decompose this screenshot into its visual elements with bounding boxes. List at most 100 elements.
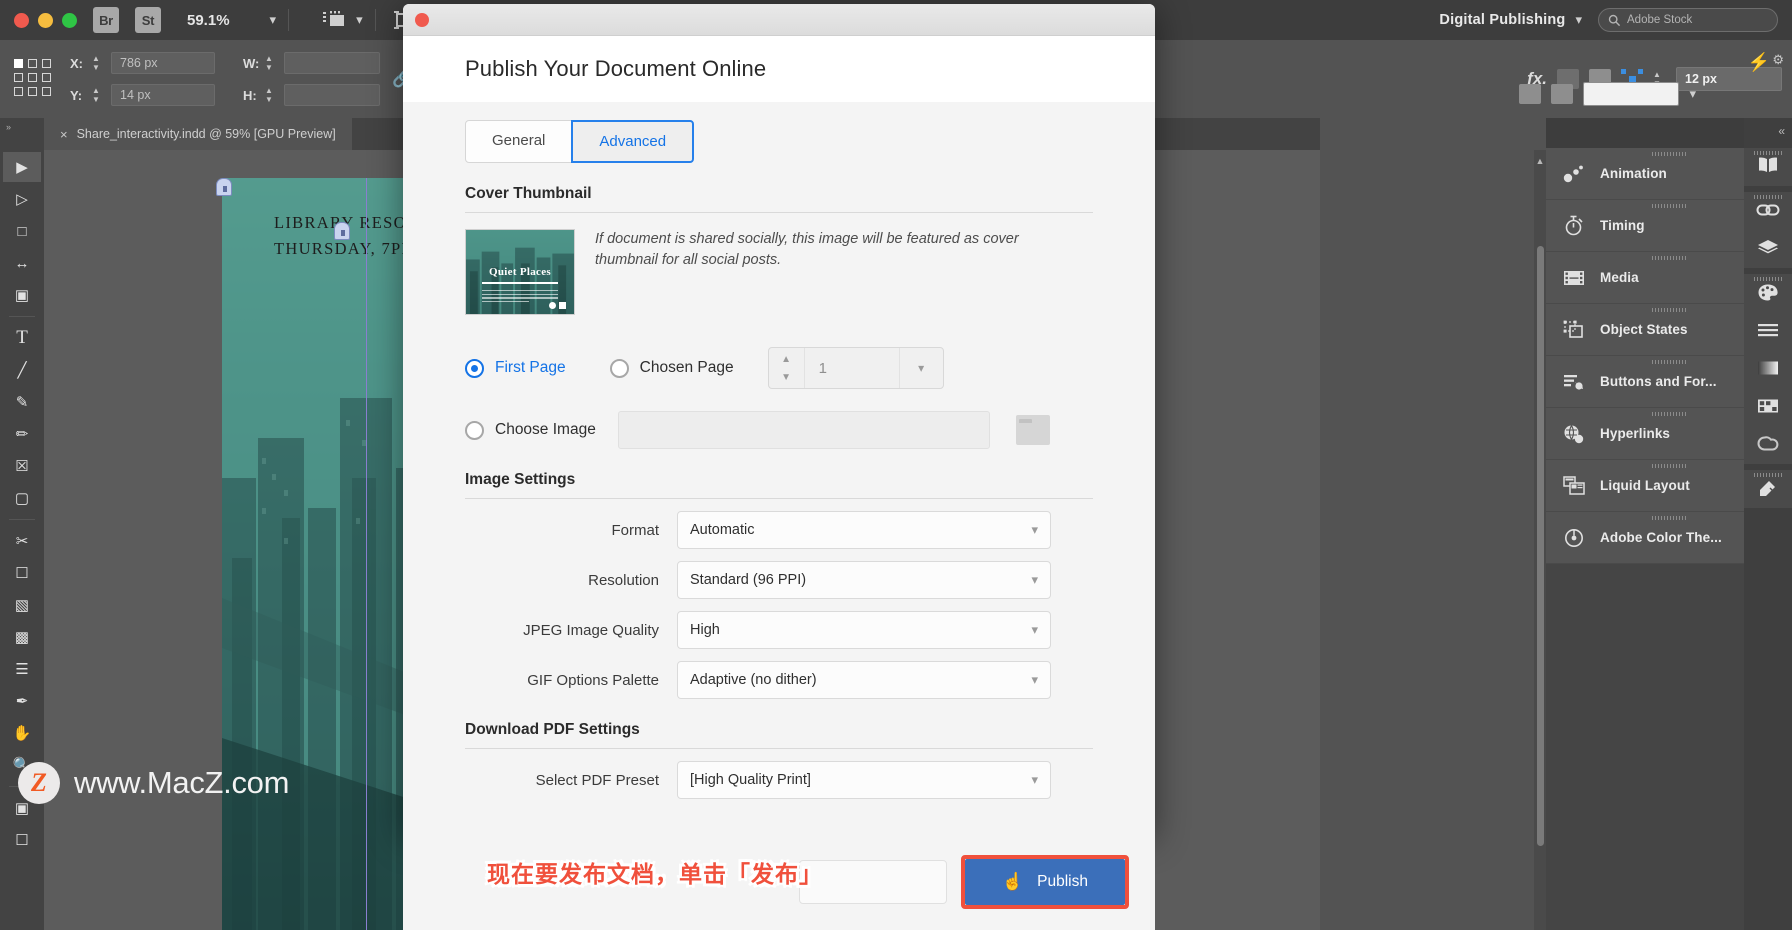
dialog-close-button[interactable] xyxy=(415,12,429,27)
tool-gradient-feather[interactable]: ▩ xyxy=(3,622,41,652)
liquid-layout-icon xyxy=(1562,474,1586,498)
first-page-label[interactable]: First Page xyxy=(495,359,566,377)
document-tab[interactable]: × Share_interactivity.indd @ 59% [GPU Pr… xyxy=(44,118,352,150)
width-input[interactable] xyxy=(284,52,380,74)
workspace-switcher-label[interactable]: Digital Publishing xyxy=(1439,12,1565,28)
screen-mode-control[interactable]: ▾ xyxy=(321,10,363,30)
tab-advanced[interactable]: Advanced xyxy=(571,120,695,163)
adobe-stock-search[interactable]: Adobe Stock xyxy=(1598,8,1778,32)
links-icon[interactable] xyxy=(1755,198,1781,222)
cover-thumbnail-preview[interactable]: Quiet Places xyxy=(465,229,575,315)
apply-none-swatch[interactable]: ☐ xyxy=(3,825,41,855)
jpeg-quality-select[interactable]: High ▾ xyxy=(677,611,1051,649)
stroke-icon[interactable] xyxy=(1755,318,1781,342)
tool-gap[interactable]: ↔ xyxy=(3,248,41,278)
pdf-preset-select[interactable]: [High Quality Print] ▾ xyxy=(677,761,1051,799)
height-input[interactable] xyxy=(284,84,380,106)
close-window-button[interactable] xyxy=(14,12,29,28)
w-field-row: W: ▲ ▼ xyxy=(243,52,380,74)
tab-general[interactable]: General xyxy=(465,120,573,163)
choose-image-radio[interactable] xyxy=(465,420,484,440)
object-anchor-icon-1[interactable] xyxy=(216,178,232,196)
jpeg-quality-label: JPEG Image Quality xyxy=(523,621,659,639)
tool-eyedropper[interactable]: ✒ xyxy=(3,686,41,716)
w-stepper[interactable]: ▲ ▼ xyxy=(265,54,278,72)
bridge-launch-button[interactable]: Br xyxy=(93,7,119,33)
y-stepper[interactable]: ▲ ▼ xyxy=(92,86,105,104)
layers-icon[interactable] xyxy=(1755,236,1781,260)
tools-panel-collapse-icon[interactable]: » xyxy=(6,122,11,132)
chosen-page-label[interactable]: Chosen Page xyxy=(640,359,734,377)
effects-icon[interactable] xyxy=(1755,476,1781,500)
tool-frame-rectangle[interactable]: ☒ xyxy=(3,451,41,481)
gif-palette-value: Adaptive (no dither) xyxy=(690,672,817,688)
scroll-up-icon[interactable]: ▲ xyxy=(1534,156,1546,166)
first-page-radio[interactable] xyxy=(465,358,484,378)
gradient-icon[interactable] xyxy=(1755,356,1781,380)
h-stepper[interactable]: ▲ ▼ xyxy=(265,86,278,104)
zoom-level-value[interactable]: 59.1% xyxy=(187,12,230,29)
gif-palette-select[interactable]: Adaptive (no dither) ▾ xyxy=(677,661,1051,699)
field-row-resolution: Resolution Standard (96 PPI) ▾ xyxy=(465,561,1093,599)
swatches-icon[interactable] xyxy=(1755,394,1781,418)
reference-point-proxy[interactable] xyxy=(14,59,54,99)
chosen-page-stepper[interactable]: ▲ ▼ 1 ▾ xyxy=(767,347,944,389)
zoom-dropdown-chevron-icon[interactable]: ▾ xyxy=(270,12,277,28)
publish-button[interactable]: ☝ Publish xyxy=(965,859,1125,905)
object-anchor-icon-2[interactable] xyxy=(334,222,350,240)
chosen-page-value[interactable]: 1 xyxy=(805,348,899,388)
format-select[interactable]: Automatic ▾ xyxy=(677,511,1051,549)
tool-type[interactable]: T xyxy=(3,323,41,353)
tools-divider-1 xyxy=(9,316,35,317)
panel-label: Animation xyxy=(1600,166,1667,181)
watermark-logo: Z xyxy=(18,762,60,804)
close-tab-icon[interactable]: × xyxy=(60,127,68,142)
rail-collapse-icon[interactable]: « xyxy=(1778,124,1785,138)
tool-scissors[interactable]: ✂ xyxy=(3,526,41,556)
stock-launch-button[interactable]: St xyxy=(135,7,161,33)
quick-apply-icon[interactable]: ⚡ xyxy=(1748,52,1770,73)
tool-pencil[interactable]: ✏ xyxy=(3,419,41,449)
chosen-page-arrows[interactable]: ▲ ▼ xyxy=(769,348,805,388)
tool-page[interactable]: □ xyxy=(3,216,41,246)
tool-content-collector[interactable]: ▣ xyxy=(3,280,41,310)
color-icon[interactable] xyxy=(1755,280,1781,304)
screen-mode-chevron-icon[interactable]: ▾ xyxy=(356,12,363,28)
tool-direct-selection[interactable]: ▷ xyxy=(3,184,41,214)
tool-free-transform[interactable]: ☐ xyxy=(3,558,41,588)
workspace-chevron-icon[interactable]: ▾ xyxy=(1575,12,1582,28)
stroke-style-swatch[interactable] xyxy=(1583,82,1680,106)
field-row-jpeg-quality: JPEG Image Quality High ▾ xyxy=(465,611,1093,649)
chosen-page-chevron-down-icon[interactable]: ▾ xyxy=(898,348,943,388)
tool-selection[interactable]: ▶ xyxy=(3,152,41,182)
panel-grip-icon xyxy=(1652,308,1686,312)
x-position-input[interactable]: 786 px xyxy=(111,52,215,74)
tool-line[interactable]: ╱ xyxy=(3,355,41,385)
minimize-window-button[interactable] xyxy=(38,12,53,28)
maximize-window-button[interactable] xyxy=(62,12,77,28)
document-tab-label: Share_interactivity.indd @ 59% [GPU Prev… xyxy=(76,127,336,141)
choose-image-path-input[interactable] xyxy=(617,411,990,449)
x-stepper[interactable]: ▲ ▼ xyxy=(92,54,105,72)
resolution-select[interactable]: Standard (96 PPI) ▾ xyxy=(677,561,1051,599)
tool-pen[interactable]: ✎ xyxy=(3,387,41,417)
tool-rectangle[interactable]: ▢ xyxy=(3,483,41,513)
tool-note[interactable]: ☰ xyxy=(3,654,41,684)
publish-button-highlight: ☝ Publish xyxy=(961,855,1129,909)
browse-folder-icon[interactable] xyxy=(1015,415,1050,445)
page-source-row: First Page Chosen Page ▲ ▼ 1 ▾ xyxy=(465,347,1093,389)
scrollbar-thumb[interactable] xyxy=(1537,246,1544,846)
canvas-vertical-scrollbar[interactable]: ▲ xyxy=(1534,150,1546,930)
control-panel-menu-icon[interactable]: ⚙ xyxy=(1772,52,1784,68)
tool-hand[interactable]: ✋ xyxy=(3,718,41,748)
cover-thumbnail-note: If document is shared socially, this ima… xyxy=(595,231,1019,269)
tool-gradient-swatch[interactable]: ▧ xyxy=(3,590,41,620)
pages-icon[interactable] xyxy=(1755,154,1781,178)
chosen-page-radio[interactable] xyxy=(609,358,629,378)
distribute-objects-icon[interactable] xyxy=(1551,84,1574,104)
y-position-input[interactable]: 14 px xyxy=(111,84,215,106)
align-objects-icon[interactable] xyxy=(1519,84,1542,104)
stroke-style-chevron-icon[interactable]: ▾ xyxy=(1689,86,1696,102)
creative-cloud-libraries-icon[interactable] xyxy=(1755,432,1781,456)
choose-image-label[interactable]: Choose Image xyxy=(495,421,596,439)
